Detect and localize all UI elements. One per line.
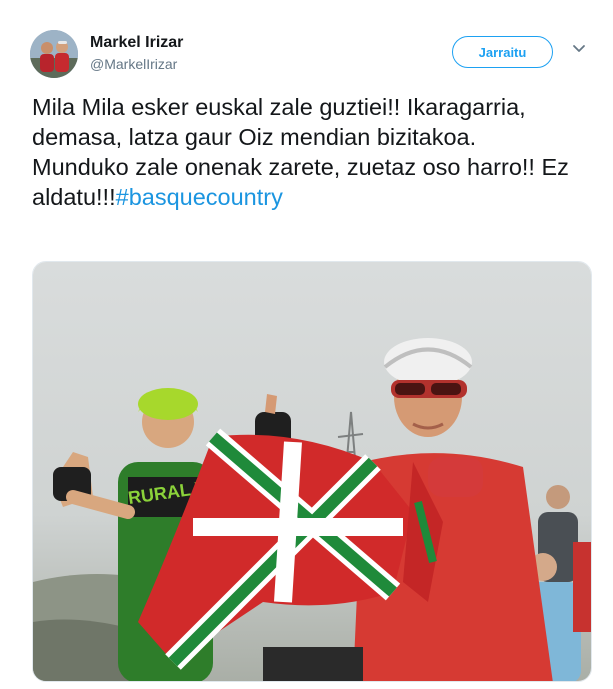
tweet-photo[interactable]: RURAL VIA xyxy=(32,261,592,682)
avatar[interactable] xyxy=(30,30,78,78)
chevron-down-icon[interactable] xyxy=(572,41,586,55)
tweet-text: Mila Mila esker euskal zale guztiei!! Ik… xyxy=(32,92,577,212)
photo-cyclists-with-ikurrina: RURAL VIA xyxy=(33,262,591,681)
tweet-body: Mila Mila esker euskal zale guztiei!! Ik… xyxy=(32,94,569,210)
follow-button[interactable]: Jarraitu xyxy=(452,36,553,68)
author-handle[interactable]: @MarkelIrizar xyxy=(90,56,177,72)
avatar-image xyxy=(30,30,78,78)
hashtag-link[interactable]: #basquecountry xyxy=(116,184,283,210)
author-name[interactable]: Markel Irizar xyxy=(90,34,183,52)
